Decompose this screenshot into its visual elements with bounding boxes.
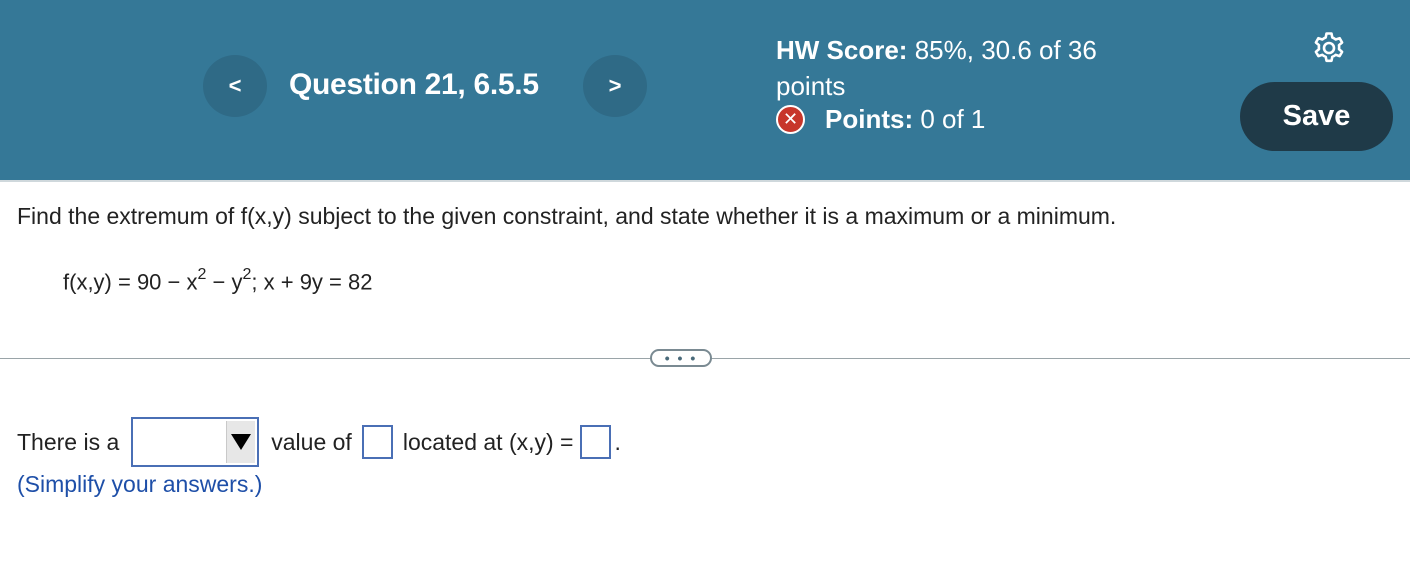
point-input[interactable] (579, 425, 611, 459)
formula-part2: − y (206, 269, 243, 295)
points-label: Points: (825, 104, 914, 134)
more-options-button[interactable]: • • • (650, 349, 712, 367)
hw-score-label: HW Score: (776, 35, 908, 65)
hw-score: HW Score: 85%, 30.6 of 36 points (776, 32, 1156, 104)
gear-icon[interactable] (1311, 30, 1347, 66)
formula-exponent1: 2 (197, 266, 207, 283)
question-prompt: Find the extremum of f(x,y) subject to t… (17, 203, 1117, 229)
answer-text-1: There is a (17, 428, 120, 455)
answer-text-4: . (614, 428, 621, 455)
next-question-button[interactable]: > (583, 55, 647, 117)
question-title: Question 21, 6.5.5 (289, 68, 539, 101)
function-formula: f(x,y) = 90 − x2 − y2; x + 9y = 82 (63, 266, 373, 295)
points-status: ✕ Points: 0 of 1 (776, 104, 985, 135)
save-button[interactable]: Save (1240, 82, 1393, 151)
formula-part1: f(x,y) = 90 − x (63, 269, 198, 295)
dropdown-arrow-icon[interactable] (226, 421, 256, 463)
header-divider (0, 180, 1410, 182)
extremum-type-dropdown[interactable] (131, 417, 260, 467)
chevron-left-icon: < (228, 73, 242, 98)
previous-question-button[interactable]: < (203, 55, 267, 117)
simplify-hint: (Simplify your answers.) (17, 471, 263, 497)
hw-score-value: 85%, 30.6 of 36 (914, 35, 1097, 65)
formula-exponent2: 2 (242, 266, 252, 283)
hw-score-value-line2: points (776, 71, 846, 101)
formula-part3: ; x + 9y = 82 (251, 269, 373, 295)
answer-text-2: value of (271, 428, 352, 455)
answer-text-3: located at (x,y) = (402, 428, 574, 455)
chevron-right-icon: > (608, 73, 622, 98)
extremum-value-input[interactable] (361, 425, 393, 459)
x-circle-icon: ✕ (776, 105, 805, 134)
answer-row: There is a value of located at (x,y) = . (17, 416, 621, 468)
points-value: 0 of 1 (920, 104, 986, 134)
